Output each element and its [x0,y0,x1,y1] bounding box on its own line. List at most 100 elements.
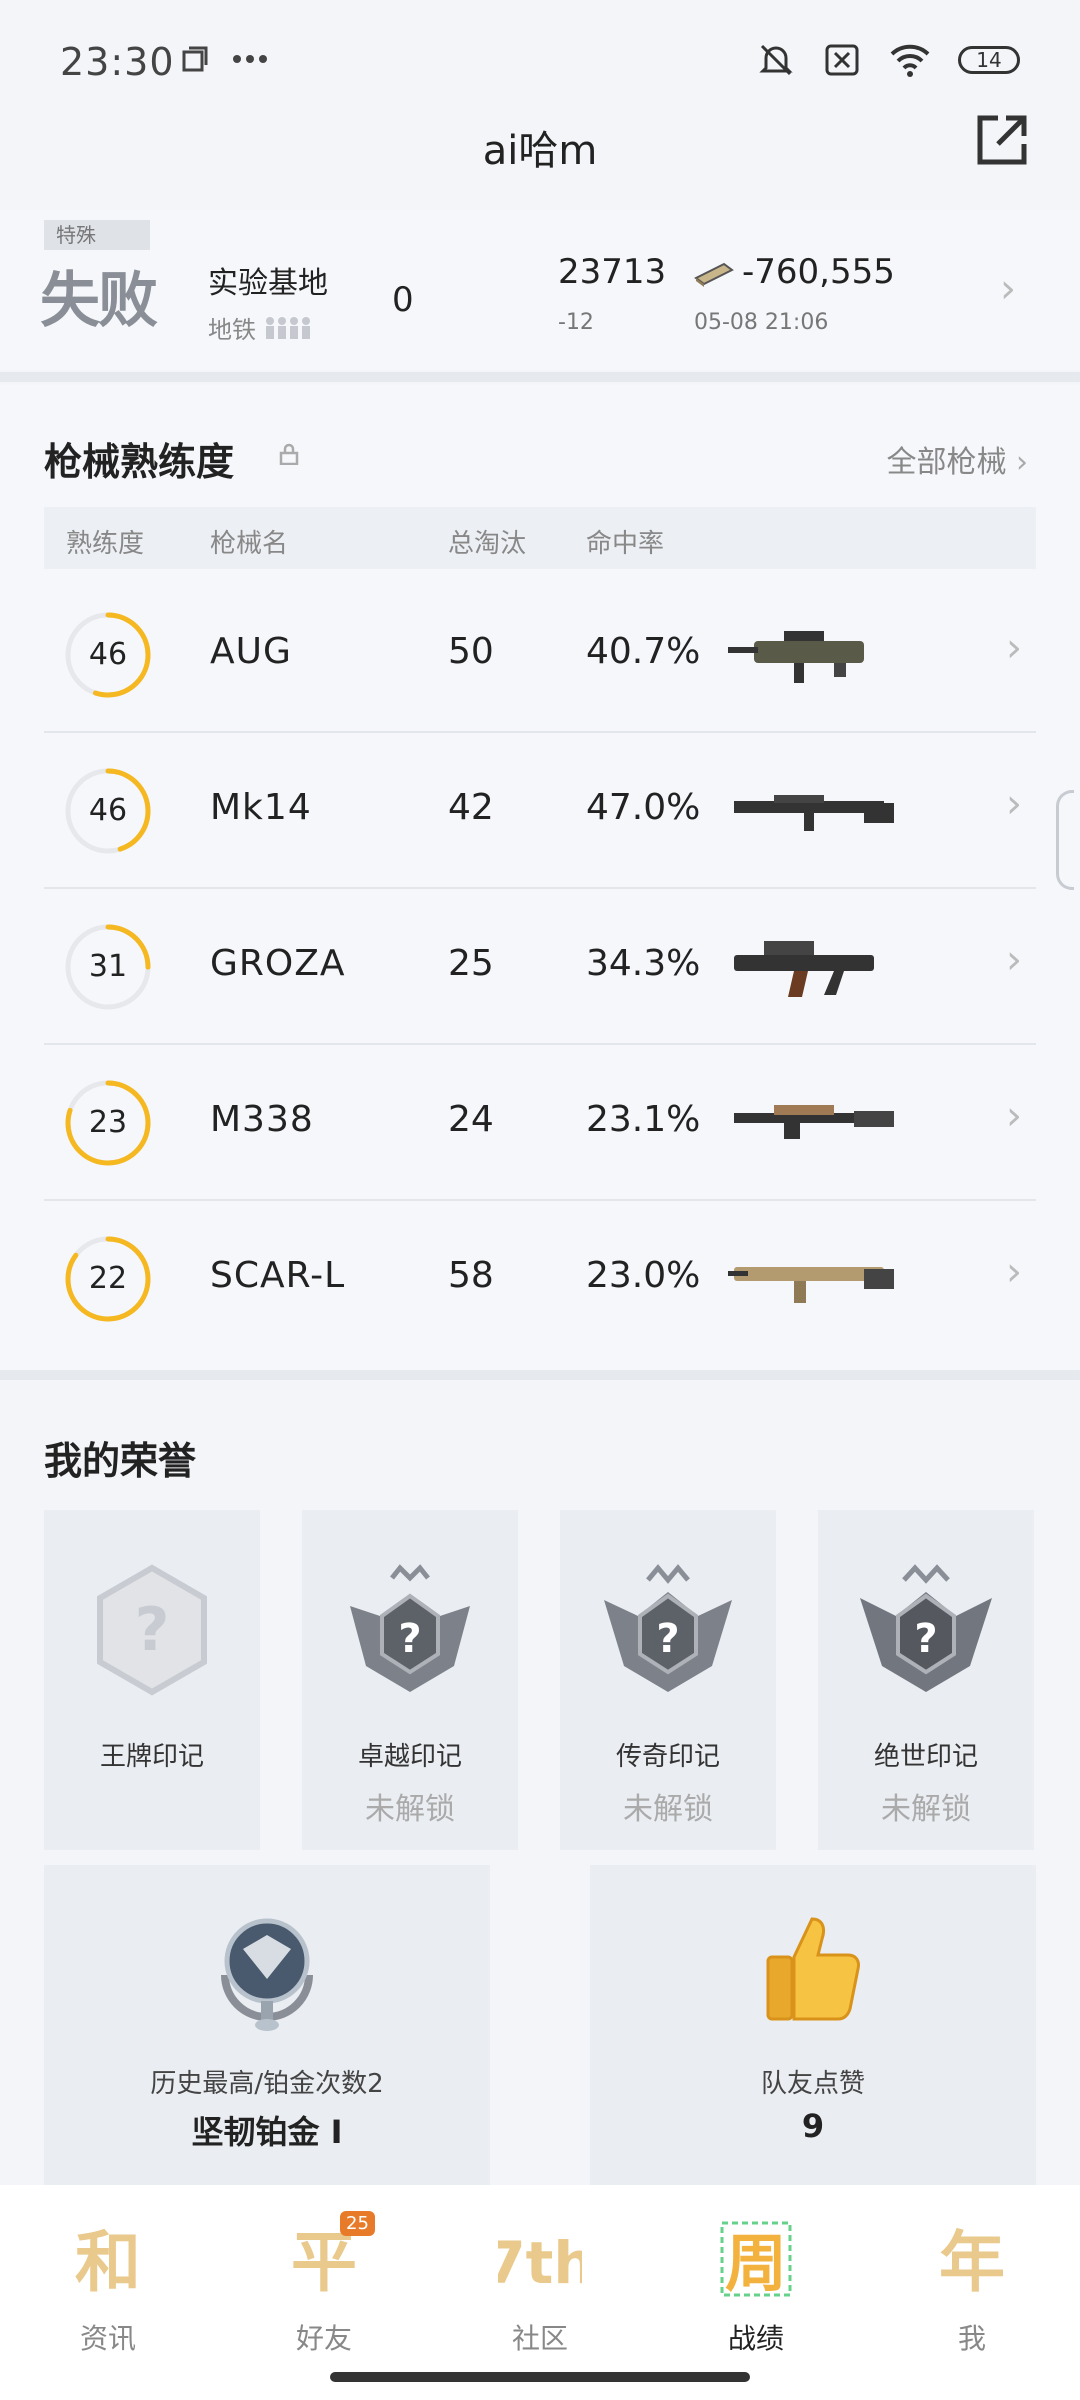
weapon-row[interactable]: 22 SCAR-L 58 23.0% › [44,1201,1036,1357]
match-rating-delta: -12 [558,310,594,335]
chevron-right-icon: › [1006,1249,1022,1295]
crown-shield-badge-icon: ? [350,1564,470,1692]
status-left-icons [180,44,268,74]
me-icon: 年 [939,2224,1005,2301]
match-map: 实验基地 [208,266,328,301]
battery-icon: 14 [958,46,1020,74]
nav-item-records[interactable]: 周 战绩 [676,2217,836,2357]
nav-label: 战绩 [727,2322,784,2355]
weapon-row[interactable]: 46 Mk14 42 47.0% › [44,733,1036,889]
nav-item-friends[interactable]: 平 25 好友 [244,2211,404,2357]
page-title: ai哈m [482,128,598,174]
weapon-name: SCAR-L [210,1255,346,1296]
mute-icon [759,44,793,76]
honor-name: 王牌印记 [99,1742,204,1772]
wifi-icon [890,44,930,77]
status-right-icons: 14 [756,40,1020,80]
honors-section: 我的荣誉 ? 王牌印记 ? 卓越印记 未解锁 ? 传奇印记 未解锁 ? 绝世印记… [0,1380,1080,2185]
rank-label: 历史最高/铂金次数2 [150,2069,384,2099]
status-time: 23:30 [60,40,175,84]
honors-title: 我的荣誉 [44,1439,197,1483]
platinum-rank-icon [221,1918,313,2031]
nav-label: 社区 [511,2322,568,2355]
honor-card-unrivaled[interactable]: ? 绝世印记 未解锁 [818,1510,1034,1850]
honor-state: 未解锁 [623,1792,713,1827]
svg-text:和: 和 [75,2224,141,2301]
chevron-right-icon: › [1016,445,1028,480]
copy-icon [182,46,208,72]
bottom-nav: 和 资讯 平 25 好友 7th 社区 周 战绩 年 我 [0,2185,1080,2400]
weapon-accuracy: 23.1% [586,1099,701,1140]
weapon-accuracy: 40.7% [586,631,701,672]
col-kills: 总淘汰 [448,529,527,559]
match-record[interactable]: 特殊 失败 实验基地 地铁 0 23713 -12 -760,555 05-08… [0,210,1080,370]
weapon-row[interactable]: 23 M338 24 23.1% › [44,1045,1036,1201]
thumbs-up-icon [766,1917,860,2021]
match-mode-label: 地铁 [208,316,256,344]
svg-text:周: 周 [725,2227,787,2300]
scar-l-rifle-icon [728,1267,894,1303]
m338-gun-icon [734,1105,894,1139]
all-weapons-label: 全部枪械 [886,445,1007,480]
nav-item-community[interactable]: 7th 社区 [460,2217,620,2357]
weapon-accuracy: 23.0% [586,1255,701,1296]
friends-badge: 25 [340,2211,375,2236]
honor-card-ace[interactable]: ? 王牌印记 [44,1510,260,1850]
svg-text:7th: 7th [498,2229,582,2297]
nav-label: 资讯 [79,2322,136,2355]
chevron-right-icon: › [1006,1093,1022,1139]
weapon-row[interactable]: 31 GROZA 25 34.3% › [44,889,1036,1045]
section-divider [0,1370,1080,1380]
weapon-table-header: 熟练度 枪械名 总淘汰 命中率 [44,507,1036,569]
proficiency-level: 22 [88,1261,128,1296]
groza-rifle-icon [734,941,874,997]
squad-icon [266,316,310,339]
crown-shield-badge-icon: ? [604,1564,732,1692]
aug-rifle-icon [728,631,864,683]
weapon-accuracy: 47.0% [586,787,701,828]
honor-name: 传奇印记 [615,1742,720,1772]
chevron-right-icon: › [1006,937,1022,983]
sim-off-icon [825,44,859,76]
weapon-kills: 58 [448,1255,494,1296]
proficiency-level: 31 [88,949,128,984]
svg-text:?: ? [914,1616,937,1662]
side-drawer-handle[interactable] [1056,790,1074,890]
honor-name: 绝世印记 [873,1742,978,1772]
nav-item-me[interactable]: 年 我 [892,2217,1052,2357]
home-indicator[interactable] [330,2372,750,2382]
svg-text:?: ? [656,1616,679,1662]
records-icon: 周 [720,2221,792,2300]
honor-state: 未解锁 [881,1792,971,1827]
weapon-name: M338 [210,1099,314,1140]
chevron-right-icon: › [1000,266,1016,312]
weapon-row[interactable]: 46 AUG 50 40.7% › [44,577,1036,733]
page-header: ai哈m [0,110,1080,190]
svg-text:年: 年 [939,2224,1005,2301]
nav-label: 好友 [295,2322,352,2355]
proficiency-level: 23 [88,1105,128,1140]
honor-card-legend[interactable]: ? 传奇印记 未解锁 [560,1510,776,1850]
all-weapons-link[interactable]: 全部枪械 › [886,437,1028,481]
community-icon: 7th [498,2229,582,2297]
chevron-right-icon: › [1006,625,1022,671]
svg-text:?: ? [398,1616,421,1662]
match-rating: 23713 [558,252,667,292]
match-money: -760,555 [742,252,895,292]
proficiency-level: 46 [88,793,128,828]
honor-state: 未解锁 [365,1792,455,1827]
rank-card[interactable]: 历史最高/铂金次数2 坚韧铂金 Ⅰ [44,1865,490,2185]
more-dots-icon [233,55,267,63]
likes-card[interactable]: 队友点赞 9 [590,1865,1036,2185]
nav-item-news[interactable]: 和 资讯 [28,2217,188,2357]
proficiency-level: 46 [88,637,128,672]
status-bar: 23:30 14 [0,0,1080,120]
rank-value: 坚韧铂金 Ⅰ [191,2113,343,2151]
honor-card-excellent[interactable]: ? 卓越印记 未解锁 [302,1510,518,1850]
crown-shield-badge-icon: ? [860,1564,992,1692]
share-icon[interactable] [972,110,1032,170]
weapon-accuracy: 34.3% [586,943,701,984]
weapon-kills: 25 [448,943,494,984]
match-mode: 地铁 [208,310,312,345]
weapons-title: 枪械熟练度 [44,440,235,484]
